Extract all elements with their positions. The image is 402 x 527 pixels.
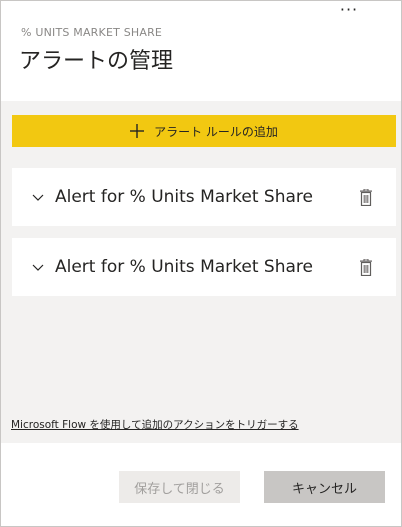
panel-footer: 保存して閉じる キャンセル [1, 443, 401, 526]
page-title: アラートの管理 [19, 49, 174, 74]
manage-alerts-panel: ··· % UNITS MARKET SHARE アラートの管理 アラート ルー… [0, 0, 402, 527]
plus-icon [130, 124, 145, 138]
add-alert-rule-button[interactable]: アラート ルールの追加 [12, 115, 396, 147]
visual-name-subtitle: % UNITS MARKET SHARE [21, 26, 163, 39]
chevron-down-icon[interactable] [31, 190, 45, 204]
alert-item[interactable]: Alert for % Units Market Share [12, 238, 396, 296]
more-options-button[interactable]: ··· [337, 0, 361, 23]
cancel-button[interactable]: キャンセル [264, 471, 385, 503]
alert-name: Alert for % Units Market Share [55, 257, 313, 277]
trash-icon[interactable] [358, 188, 374, 206]
microsoft-flow-link[interactable]: Microsoft Flow を使用して追加のアクションをトリガーする [11, 417, 299, 432]
save-and-close-button[interactable]: 保存して閉じる [119, 471, 240, 503]
trash-icon[interactable] [358, 258, 374, 276]
chevron-down-icon[interactable] [31, 260, 45, 274]
add-alert-rule-label: アラート ルールの追加 [154, 124, 278, 139]
alert-name: Alert for % Units Market Share [55, 187, 313, 207]
alerts-list-area: アラート ルールの追加 Alert for % Units Market Sha… [1, 101, 401, 443]
more-icon: ··· [339, 0, 359, 19]
alert-item[interactable]: Alert for % Units Market Share [12, 168, 396, 226]
panel-header: ··· % UNITS MARKET SHARE アラートの管理 [1, 1, 401, 101]
